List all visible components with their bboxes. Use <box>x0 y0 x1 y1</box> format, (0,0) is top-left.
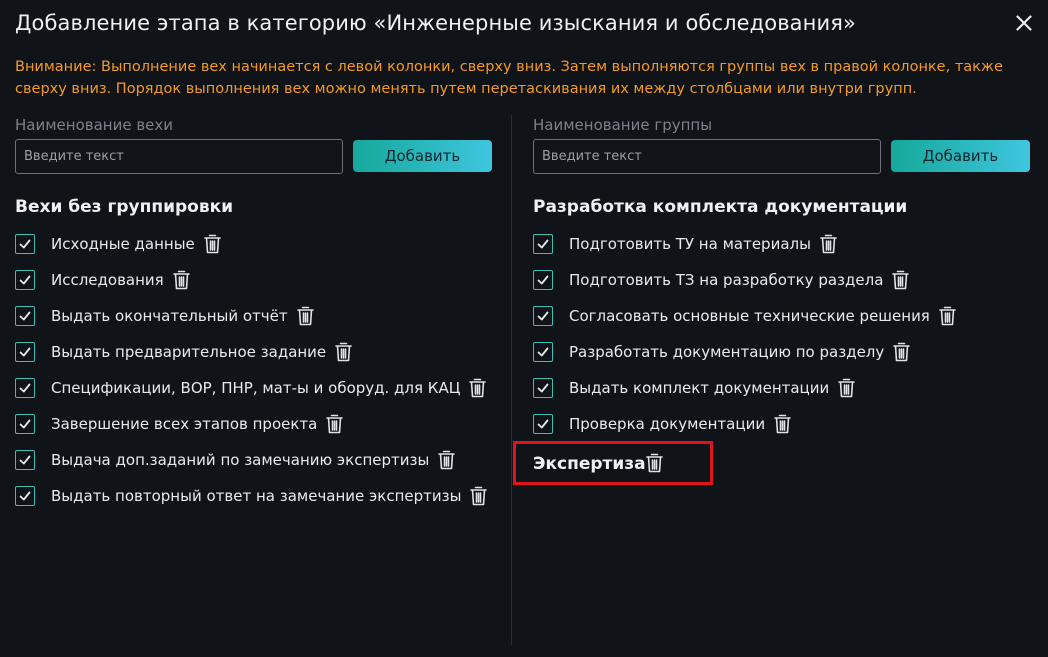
milestone-item[interactable]: Выдать окончательный отчёт <box>15 298 487 334</box>
milestone-item[interactable]: Проверка документации <box>533 406 956 442</box>
milestone-item[interactable]: Выдача доп.заданий по замечанию эксперти… <box>15 442 487 478</box>
trash-icon[interactable] <box>335 342 352 362</box>
milestone-label: Спецификации, ВОР, ПНР, мат-ы и оборуд. … <box>51 379 461 397</box>
trash-icon[interactable] <box>326 414 344 434</box>
trash-icon[interactable] <box>203 234 221 254</box>
trash-icon[interactable] <box>469 378 487 398</box>
group-milestone-list: Подготовить ТУ на материалы Подготовить Т… <box>533 226 956 442</box>
milestone-item[interactable]: Исследования <box>15 262 487 298</box>
milestone-label: Выдать комплект документации <box>569 379 830 397</box>
checkmark-icon <box>19 239 31 249</box>
checkmark-icon <box>19 347 31 357</box>
milestone-label: Выдача доп.заданий по замечанию эксперти… <box>51 451 430 469</box>
milestone-checkbox[interactable] <box>533 342 553 362</box>
milestone-checkbox[interactable] <box>15 342 35 362</box>
milestone-item[interactable]: Выдать повторный ответ на замечание эксп… <box>15 478 488 514</box>
trash-icon[interactable] <box>893 342 911 362</box>
milestone-name-label: Наименование вехи <box>15 116 174 134</box>
checkmark-icon <box>19 419 31 429</box>
checkmark-icon <box>19 491 31 501</box>
milestone-label: Выдать предварительное задание <box>51 343 327 361</box>
checkmark-icon <box>19 383 31 393</box>
trash-icon[interactable] <box>838 378 856 398</box>
trash-icon[interactable] <box>774 414 791 434</box>
group-title-expertise[interactable]: Экспертиза <box>533 454 646 474</box>
checkmark-icon <box>537 275 549 285</box>
milestone-label: Завершение всех этапов проекта <box>51 415 318 433</box>
dialog-title: Добавление этапа в категорию «Инженерные… <box>15 11 856 35</box>
milestone-item[interactable]: Спецификации, ВОР, ПНР, мат-ы и оборуд. … <box>15 370 487 406</box>
milestone-checkbox[interactable] <box>15 234 35 254</box>
milestone-item[interactable]: Завершение всех этапов проекта <box>15 406 487 442</box>
milestone-checkbox[interactable] <box>15 378 35 398</box>
milestone-name-input[interactable] <box>15 139 343 174</box>
group-name-label: Наименование группы <box>533 116 713 134</box>
trash-icon[interactable] <box>646 453 663 473</box>
group-name-input[interactable] <box>533 139 881 174</box>
milestone-checkbox[interactable] <box>533 378 553 398</box>
trash-icon[interactable] <box>438 450 456 470</box>
ungrouped-milestone-list: Исходные данные Исследования Выдать оконча… <box>15 226 488 514</box>
add-group-button[interactable]: Добавить <box>891 140 1030 172</box>
milestone-checkbox[interactable] <box>533 270 553 290</box>
milestone-checkbox[interactable] <box>15 414 35 434</box>
checkmark-icon <box>537 347 549 357</box>
milestone-item[interactable]: Согласовать основные технические решения <box>533 298 956 334</box>
warning-text: Внимание: Выполнение вех начинается с ле… <box>15 59 1003 97</box>
milestone-checkbox[interactable] <box>15 306 35 326</box>
milestone-item[interactable]: Выдать комплект документации <box>533 370 956 406</box>
milestone-label: Разработать документацию по разделу <box>569 343 885 361</box>
milestone-checkbox[interactable] <box>533 234 553 254</box>
milestone-label: Исследования <box>51 271 164 289</box>
milestone-item[interactable]: Подготовить ТУ на материалы <box>533 226 956 262</box>
checkmark-icon <box>537 239 549 249</box>
milestone-item[interactable]: Выдать предварительное задание <box>15 334 487 370</box>
milestone-item[interactable]: Исходные данные <box>15 226 487 262</box>
ungrouped-section-title: Вехи без группировки <box>15 197 234 217</box>
milestone-label: Подготовить ТУ на материалы <box>569 235 811 253</box>
milestone-label: Проверка документации <box>569 415 766 433</box>
column-divider <box>511 115 512 645</box>
milestone-item[interactable]: Разработать документацию по разделу <box>533 334 956 370</box>
checkmark-icon <box>19 311 31 321</box>
milestone-checkbox[interactable] <box>533 414 553 434</box>
add-milestone-button[interactable]: Добавить <box>353 140 492 172</box>
milestone-label: Согласовать основные технические решения <box>569 307 930 325</box>
close-icon[interactable] <box>1011 10 1037 36</box>
trash-icon[interactable] <box>172 270 190 290</box>
checkmark-icon <box>19 275 31 285</box>
checkmark-icon <box>537 383 549 393</box>
milestone-checkbox[interactable] <box>15 270 35 290</box>
trash-icon[interactable] <box>820 234 837 254</box>
milestone-checkbox[interactable] <box>15 486 35 506</box>
checkmark-icon <box>537 311 549 321</box>
milestone-label: Выдать повторный ответ на замечание эксп… <box>51 487 462 505</box>
milestone-label: Исходные данные <box>51 235 195 253</box>
trash-icon[interactable] <box>470 486 488 506</box>
checkmark-icon <box>19 455 31 465</box>
milestone-checkbox[interactable] <box>15 450 35 470</box>
milestone-item[interactable]: Подготовить ТЗ на разработку раздела <box>533 262 956 298</box>
trash-icon[interactable] <box>892 270 910 290</box>
trash-icon[interactable] <box>939 306 956 326</box>
milestone-label: Выдать окончательный отчёт <box>51 307 288 325</box>
trash-icon[interactable] <box>296 306 314 326</box>
milestone-label: Подготовить ТЗ на разработку раздела <box>569 271 884 289</box>
checkmark-icon <box>537 419 549 429</box>
group-title[interactable]: Разработка комплекта документации <box>533 197 907 217</box>
add-stage-dialog: Добавление этапа в категорию «Инженерные… <box>0 0 1048 657</box>
milestone-checkbox[interactable] <box>533 306 553 326</box>
